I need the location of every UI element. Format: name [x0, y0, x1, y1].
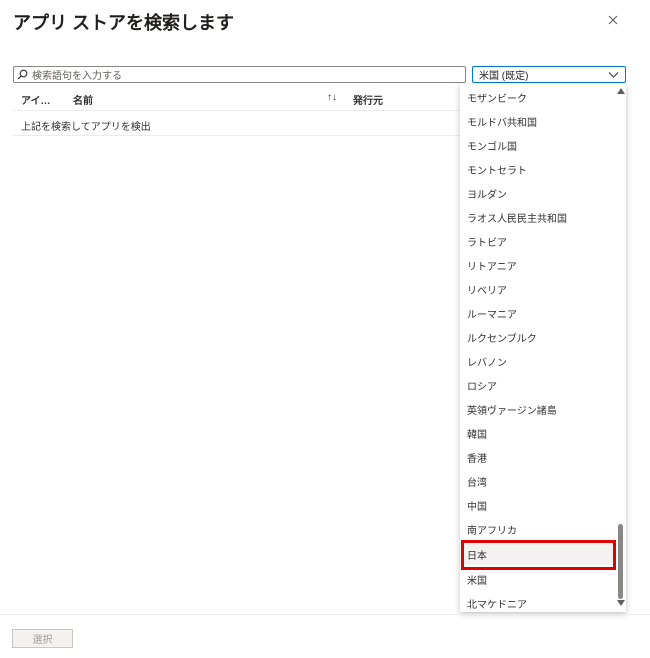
option-jordan[interactable]: ヨルダン [460, 180, 616, 204]
highlight-annotation [461, 540, 616, 570]
option-lithuania[interactable]: リトアニア [460, 252, 616, 276]
option-label: 北マケドニア [467, 600, 527, 611]
option-latvia[interactable]: ラトビア [460, 228, 616, 252]
table-header: アイ… 名前 ↑↓ 発行元 [13, 86, 460, 111]
option-hong-kong[interactable]: 香港 [460, 444, 616, 468]
dialog-title: アプリ ストアを検索します [13, 13, 234, 33]
option-label: モルドバ共和国 [467, 118, 537, 129]
option-label: リトアニア [467, 262, 517, 273]
option-label: ラトビア [467, 238, 507, 249]
search-input[interactable]: 検索語句を入力する [13, 66, 466, 83]
search-placeholder: 検索語句を入力する [32, 71, 122, 82]
scroll-up-icon[interactable] [617, 88, 625, 94]
option-china[interactable]: 中国 [460, 492, 616, 516]
option-label: ルーマニア [467, 310, 517, 321]
option-romania[interactable]: ルーマニア [460, 300, 616, 324]
option-label: 香港 [467, 454, 487, 465]
option-label: 韓国 [467, 430, 487, 441]
country-dropdown[interactable]: 米国 (既定) [472, 66, 626, 83]
option-luxembourg[interactable]: ルクセンブルク [460, 324, 616, 348]
empty-message: 上記を検索してアプリを検出 [21, 122, 151, 133]
table-row: 上記を検索してアプリを検出 [13, 112, 460, 136]
option-taiwan[interactable]: 台湾 [460, 468, 616, 492]
sort-icon[interactable]: ↑↓ [327, 92, 337, 103]
option-label: 英領ヴァージン諸島 [467, 406, 557, 417]
option-moldova[interactable]: モルドバ共和国 [460, 108, 616, 132]
option-label: 台湾 [467, 478, 487, 489]
option-liberia[interactable]: リベリア [460, 276, 616, 300]
footer-divider [0, 614, 650, 615]
column-header-publisher[interactable]: 発行元 [353, 92, 383, 107]
option-label: ヨルダン [467, 190, 507, 201]
select-button[interactable]: 選択 [12, 629, 73, 648]
option-label: モントセラト [467, 166, 527, 177]
option-label: レバノン [467, 358, 507, 369]
option-british-virgin-islands[interactable]: 英領ヴァージン諸島 [460, 396, 616, 420]
search-icon [17, 69, 28, 80]
country-dropdown-value: 米国 (既定) [479, 71, 529, 82]
option-label: リベリア [467, 286, 507, 297]
country-listbox[interactable]: モザンビーク モルドバ共和国 モンゴル国 モントセラト ヨルダン ラオス人民民主… [460, 84, 626, 612]
scrollbar-thumb[interactable] [618, 524, 623, 599]
close-button[interactable] [604, 11, 622, 29]
option-korea[interactable]: 韓国 [460, 420, 616, 444]
option-label: ラオス人民民主共和国 [467, 214, 567, 225]
option-north-macedonia[interactable]: 北マケドニア [460, 590, 616, 612]
close-icon [608, 15, 618, 25]
option-mozambique[interactable]: モザンビーク [460, 84, 616, 108]
scroll-down-icon[interactable] [617, 600, 625, 606]
option-mongolia[interactable]: モンゴル国 [460, 132, 616, 156]
option-label: モンゴル国 [467, 142, 517, 153]
option-label: 中国 [467, 502, 487, 513]
option-label: 米国 [467, 576, 487, 587]
column-header-icon[interactable]: アイ… [21, 92, 51, 107]
option-montserrat[interactable]: モントセラト [460, 156, 616, 180]
option-label: モザンビーク [467, 94, 527, 105]
option-label: ロシア [467, 382, 497, 393]
option-laos[interactable]: ラオス人民民主共和国 [460, 204, 616, 228]
column-header-name[interactable]: 名前 [73, 92, 93, 107]
option-label: 南アフリカ [467, 526, 517, 537]
chevron-down-icon [608, 72, 619, 78]
option-russia[interactable]: ロシア [460, 372, 616, 396]
option-south-africa[interactable]: 南アフリカ [460, 516, 616, 540]
option-lebanon[interactable]: レバノン [460, 348, 616, 372]
option-label: ルクセンブルク [467, 334, 537, 345]
